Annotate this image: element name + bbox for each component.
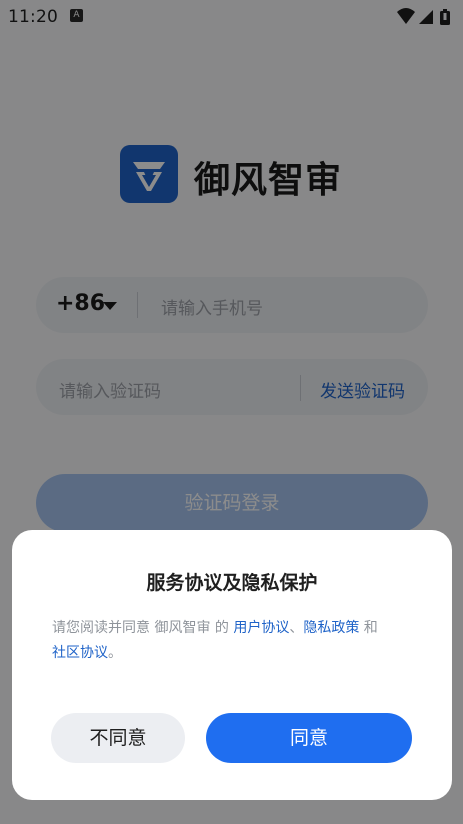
- and-text: 和: [359, 620, 378, 636]
- user-agreement-link[interactable]: 用户协议: [233, 620, 289, 636]
- dialog-body-text: 请您阅读并同意 御风智审 的: [52, 620, 234, 636]
- privacy-dialog: 服务协议及隐私保护 请您阅读并同意 御风智审 的 用户协议、隐私政策 和社区协议…: [12, 530, 452, 800]
- community-agreement-link[interactable]: 社区协议: [52, 645, 108, 661]
- period-text: 。: [108, 645, 122, 661]
- agree-button[interactable]: 同意: [206, 713, 412, 763]
- separator-text: 、: [289, 620, 304, 636]
- disagree-button[interactable]: 不同意: [51, 713, 185, 763]
- dialog-body: 请您阅读并同意 御风智审 的 用户协议、隐私政策 和社区协议。: [52, 616, 414, 666]
- dialog-title: 服务协议及隐私保护: [146, 572, 318, 594]
- privacy-policy-link[interactable]: 隐私政策: [303, 620, 359, 636]
